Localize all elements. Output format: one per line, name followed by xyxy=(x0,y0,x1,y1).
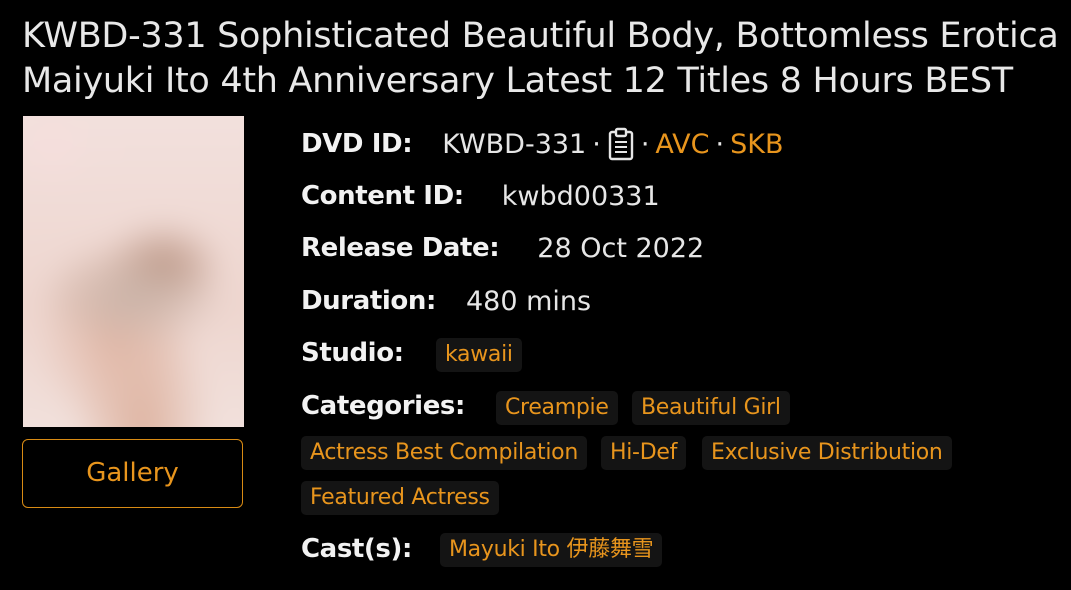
source-link[interactable]: SKB xyxy=(730,129,783,160)
studio-label: Studio: xyxy=(301,338,404,368)
duration-label: Duration: xyxy=(301,286,436,316)
release-date-value: 28 Oct 2022 xyxy=(537,232,705,264)
separator: · xyxy=(715,128,725,160)
cast-tag[interactable]: Mayuki Ito 伊藤舞雪 xyxy=(440,533,663,567)
gallery-button[interactable]: Gallery xyxy=(22,439,243,508)
category-tag[interactable]: Hi-Def xyxy=(601,436,687,470)
blurred-cover-art xyxy=(23,116,244,427)
content-id-value: kwbd00331 xyxy=(501,180,660,212)
dvd-id-label: DVD ID: xyxy=(301,129,413,159)
categories-row: Categories: xyxy=(301,386,465,426)
clipboard-icon[interactable] xyxy=(607,127,635,161)
cast-label: Cast(s): xyxy=(301,534,412,564)
release-date-label: Release Date: xyxy=(301,233,500,263)
category-tag[interactable]: Exclusive Distribution xyxy=(702,436,952,470)
category-tag[interactable]: Actress Best Compilation xyxy=(301,436,587,470)
category-tag[interactable]: Beautiful Girl xyxy=(632,391,790,425)
category-tag[interactable]: Featured Actress xyxy=(301,481,499,515)
content-id-label: Content ID: xyxy=(301,181,464,211)
release-date-row: Release Date: 28 Oct 2022 xyxy=(301,228,704,268)
video-detail-page: KWBD-331 Sophisticated Beautiful Body, B… xyxy=(0,0,1071,590)
dvd-id-value: KWBD-331 xyxy=(442,128,587,160)
dvd-id-row: DVD ID: KWBD-331 · · AVC · SKB xyxy=(301,124,783,164)
content-id-row: Content ID: kwbd00331 xyxy=(301,176,660,216)
duration-row: Duration: 480 mins xyxy=(301,281,591,321)
duration-value: 480 mins xyxy=(465,285,592,317)
cover-image[interactable] xyxy=(23,116,244,427)
cast-row: Cast(s): xyxy=(301,529,412,569)
separator: · xyxy=(592,128,601,160)
codec-link[interactable]: AVC xyxy=(655,129,709,160)
studio-row: Studio: xyxy=(301,333,404,373)
studio-tag[interactable]: kawaii xyxy=(436,338,522,372)
video-title: KWBD-331 Sophisticated Beautiful Body, B… xyxy=(22,16,1059,101)
category-tag[interactable]: Creampie xyxy=(496,391,618,425)
separator: · xyxy=(640,128,650,160)
categories-label: Categories: xyxy=(301,391,466,421)
